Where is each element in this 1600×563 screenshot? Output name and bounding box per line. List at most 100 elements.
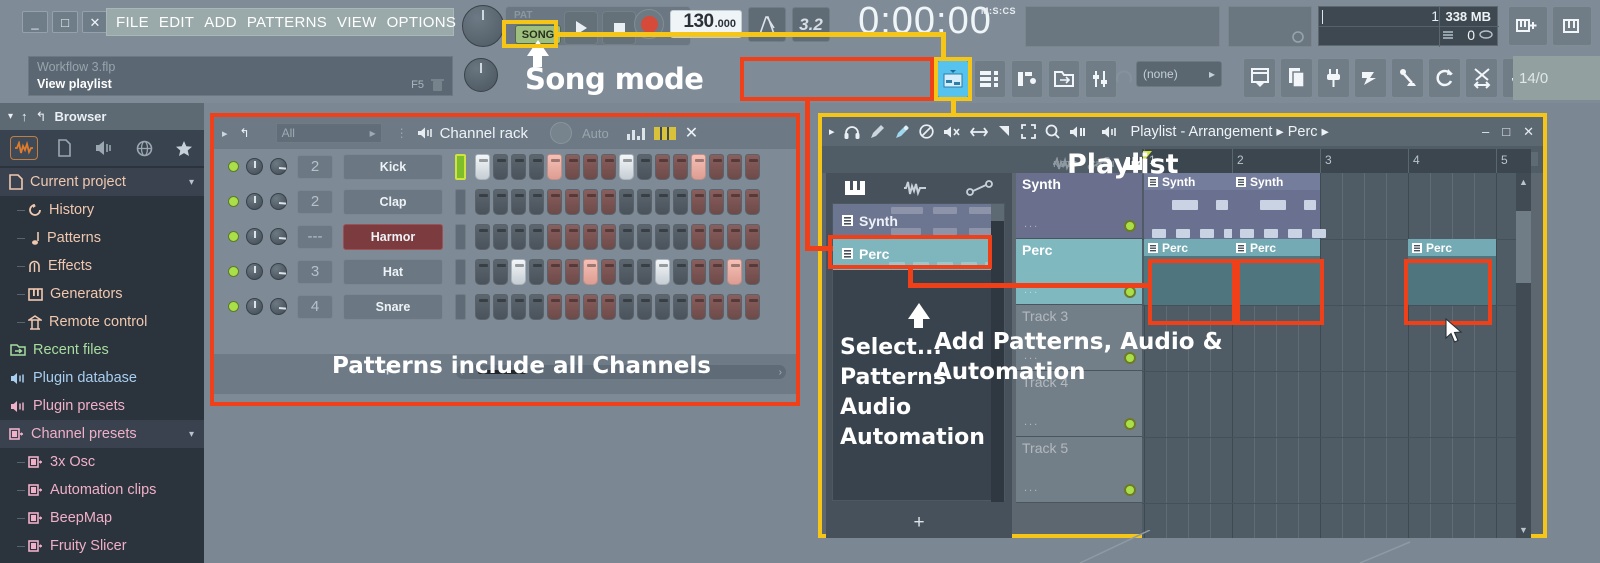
song-mode-button[interactable]: SONG — [515, 25, 561, 44]
step-button[interactable] — [673, 223, 688, 250]
browser-tab-plugins[interactable] — [90, 136, 118, 160]
undo-icon[interactable]: ↰ — [36, 109, 47, 125]
zoom-icon[interactable] — [1045, 124, 1060, 139]
minimize-button[interactable]: _ — [22, 11, 48, 33]
step-button[interactable] — [655, 258, 670, 285]
automation-icon[interactable] — [965, 180, 994, 196]
scroll-right-icon[interactable]: › — [779, 367, 782, 378]
step-button[interactable] — [565, 153, 580, 180]
step-button[interactable] — [709, 153, 724, 180]
menu-item-options[interactable]: OPTIONS — [387, 14, 457, 31]
track-enable-led[interactable] — [1124, 418, 1136, 430]
playlist-close-icon[interactable]: ✕ — [1523, 124, 1534, 140]
playlist-vscrollbar[interactable]: ▲ ▼ — [1516, 173, 1531, 538]
step-button[interactable] — [655, 153, 670, 180]
channel-filter-dropdown[interactable]: All ▸ — [275, 123, 382, 143]
browser-tab-waveform[interactable] — [10, 136, 38, 160]
menu-item-edit[interactable]: EDIT — [159, 14, 194, 31]
browser-item-automation-clips[interactable]: Automation clips — [0, 476, 204, 504]
step-button[interactable] — [727, 223, 742, 250]
waveform-icon[interactable] — [903, 180, 929, 196]
channel-name-button[interactable]: Clap — [343, 188, 443, 215]
step-button[interactable] — [565, 293, 580, 320]
step-button[interactable] — [583, 223, 598, 250]
metronome-button[interactable] — [748, 7, 786, 42]
step-button[interactable] — [691, 153, 706, 180]
play-button[interactable] — [564, 11, 598, 45]
step-button[interactable] — [673, 188, 688, 215]
track-enable-led[interactable] — [1124, 220, 1136, 232]
playlist-clip-synth[interactable]: Synth — [1232, 173, 1326, 239]
auto-label[interactable]: Auto — [582, 126, 609, 141]
tempo-display[interactable]: 130 .000 — [670, 10, 742, 38]
channel-name-button[interactable]: Hat — [343, 258, 443, 285]
channel-pan-knob[interactable] — [270, 193, 287, 210]
plugin-picker-button[interactable] — [1317, 58, 1350, 98]
slip-icon[interactable] — [969, 126, 988, 138]
browser-item-3x-osc[interactable]: 3x Osc — [0, 448, 204, 476]
step-button[interactable] — [547, 153, 562, 180]
browser-item-plugin-database[interactable]: Plugin database — [0, 364, 204, 392]
step-button[interactable] — [493, 223, 508, 250]
headphone-icon[interactable] — [844, 125, 860, 139]
mixer-button[interactable] — [1085, 60, 1117, 98]
channel-pan-knob[interactable] — [270, 158, 287, 175]
step-button[interactable] — [709, 258, 724, 285]
step-button[interactable] — [475, 153, 490, 180]
channel-enable-led[interactable] — [228, 196, 239, 207]
step-button[interactable] — [547, 258, 562, 285]
step-button[interactable] — [709, 223, 724, 250]
step-button[interactable] — [637, 188, 652, 215]
track-enable-led[interactable] — [1124, 286, 1136, 298]
browser-item-remote-control[interactable]: Remote control — [0, 308, 204, 336]
up-arrow-icon[interactable]: ↑ — [21, 109, 28, 124]
channel-enable-led[interactable] — [228, 161, 239, 172]
step-button[interactable] — [619, 188, 634, 215]
plugin-selector[interactable]: (none) ▸ — [1136, 61, 1222, 87]
step-button[interactable] — [547, 293, 562, 320]
rack-knob[interactable] — [549, 122, 572, 144]
scroll-thumb[interactable] — [991, 204, 1004, 221]
step-button[interactable] — [565, 258, 580, 285]
step-button[interactable] — [619, 293, 634, 320]
undo-icon[interactable]: ↰ — [240, 126, 250, 140]
piano-roll-button[interactable] — [1011, 60, 1043, 98]
browser-item-current-project[interactable]: Current project ▾ — [0, 168, 204, 196]
delete-icon[interactable] — [918, 124, 934, 139]
browser-item-patterns[interactable]: Patterns — [0, 224, 204, 252]
step-button[interactable] — [475, 293, 490, 320]
step-button[interactable] — [637, 153, 652, 180]
step-button[interactable] — [601, 188, 616, 215]
step-sequencer-button[interactable] — [974, 60, 1006, 98]
step-button[interactable] — [511, 223, 526, 250]
channel-volume-knob[interactable] — [246, 158, 263, 175]
loop-record-icon[interactable] — [1291, 30, 1305, 44]
step-button[interactable] — [673, 153, 688, 180]
channel-mixer-track[interactable]: 4 — [297, 294, 333, 319]
step-button[interactable] — [583, 293, 598, 320]
step-button[interactable] — [565, 223, 580, 250]
step-button[interactable] — [637, 223, 652, 250]
step-button[interactable] — [529, 223, 544, 250]
step-button[interactable] — [619, 258, 634, 285]
step-button[interactable] — [727, 188, 742, 215]
pattern-list-item-perc[interactable]: Perc — [833, 237, 1004, 270]
playlist-clip-perc[interactable]: Perc — [1144, 239, 1232, 305]
plugin-picker-knob[interactable] — [1114, 64, 1134, 86]
scroll-thumb[interactable] — [1516, 211, 1531, 283]
step-button[interactable] — [511, 258, 526, 285]
channel-enable-led[interactable] — [228, 231, 239, 242]
channel-volume-knob[interactable] — [246, 263, 263, 280]
browser-item-fruity-slicer[interactable]: Fruity Slicer — [0, 532, 204, 560]
browser-item-beepmap[interactable]: BeepMap — [0, 504, 204, 532]
master-volume-knob[interactable] — [462, 5, 504, 47]
channel-pan-knob[interactable] — [270, 228, 287, 245]
channel-mixer-track[interactable]: --- — [297, 224, 333, 249]
step-button[interactable] — [529, 293, 544, 320]
browser-item-effects[interactable]: Effects — [0, 252, 204, 280]
trash-icon[interactable] — [431, 77, 444, 93]
play-arrow-icon[interactable]: ▸ — [222, 127, 228, 140]
menu-item-file[interactable]: FILE — [116, 14, 149, 31]
playlist-clip-synth[interactable]: Synth — [1144, 173, 1238, 239]
step-button[interactable] — [493, 258, 508, 285]
